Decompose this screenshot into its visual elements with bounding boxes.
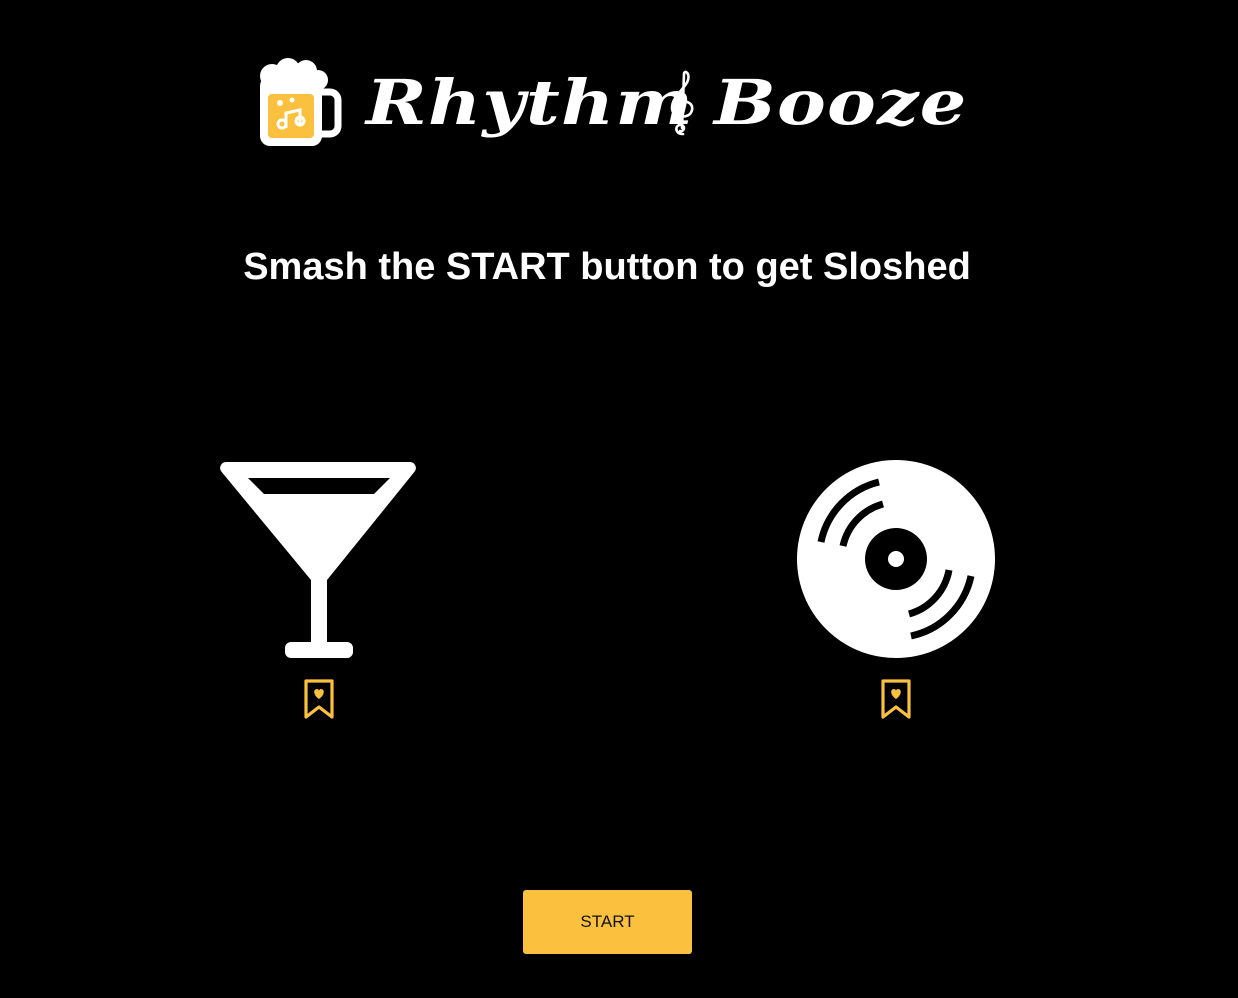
- logo-word-booze: Booze: [714, 66, 968, 139]
- beer-mug-music-icon: [260, 58, 342, 146]
- brand-logo: Rhythm Booze: [254, 58, 974, 152]
- start-button[interactable]: START: [523, 890, 692, 954]
- page-tagline: Smash the START button to get Sloshed: [243, 246, 971, 288]
- cocktail-card[interactable]: [214, 456, 424, 726]
- bookmark-heart-icon[interactable]: [879, 677, 913, 721]
- app-page: Rhythm Booze Smash the START button to g…: [0, 0, 1238, 998]
- bookmark-heart-icon[interactable]: [302, 677, 336, 721]
- martini-glass-icon: [220, 462, 416, 658]
- music-card[interactable]: [791, 456, 1001, 726]
- vinyl-record-icon: [797, 460, 995, 658]
- treble-clef-icon: [670, 70, 694, 136]
- logo-word-rhythm: Rhythm: [366, 66, 694, 139]
